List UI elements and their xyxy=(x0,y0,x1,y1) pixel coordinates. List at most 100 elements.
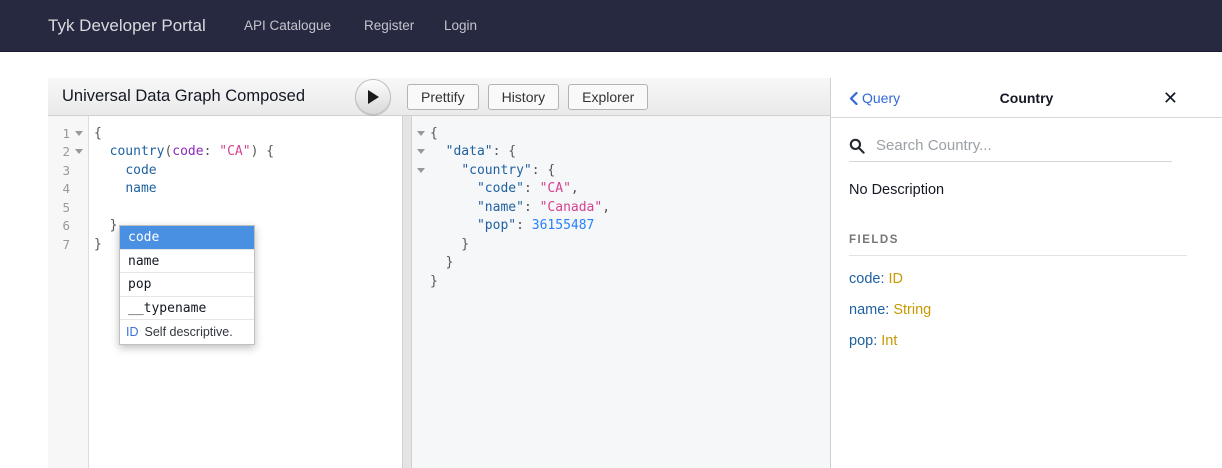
code-line: 3 code xyxy=(48,161,402,180)
code-token xyxy=(94,163,125,178)
code-token: 36155487 xyxy=(532,218,595,233)
autocomplete-popup: codenamepop__typename IDSelf descriptive… xyxy=(119,225,255,345)
code-text: { xyxy=(430,126,438,141)
chevron-left-icon xyxy=(849,92,858,105)
code-text: "data": { xyxy=(430,144,516,159)
toolbar-button-history[interactable]: History xyxy=(488,84,560,110)
nav-link-register[interactable]: Register xyxy=(364,0,414,51)
nav-link-login[interactable]: Login xyxy=(444,0,477,51)
doc-field-row: pop: Int xyxy=(849,333,1204,349)
field-name-link[interactable]: name: xyxy=(849,302,889,318)
autocomplete-item-typename[interactable]: __typename xyxy=(120,297,254,321)
doc-field-row: name: String xyxy=(849,302,1204,318)
field-type-link[interactable]: Int xyxy=(881,333,897,349)
code-text: "pop": 36155487 xyxy=(430,218,594,233)
line-number: 4 xyxy=(48,181,70,196)
result-line: "code": "CA", xyxy=(412,180,830,199)
field-type-link[interactable]: String xyxy=(893,302,931,318)
fold-arrow-icon[interactable] xyxy=(417,149,425,154)
autocomplete-item-pop[interactable]: pop xyxy=(120,273,254,297)
doc-search-input[interactable] xyxy=(874,136,1172,155)
fold-cell xyxy=(70,149,88,154)
hint-type-link[interactable]: ID xyxy=(126,325,139,339)
code-token: name xyxy=(125,181,156,196)
nav-link-api-catalogue[interactable]: API Catalogue xyxy=(244,0,331,51)
line-number: 3 xyxy=(48,163,70,178)
code-token: "country" xyxy=(461,163,531,178)
close-icon[interactable]: ✕ xyxy=(1163,78,1178,118)
fold-arrow-icon[interactable] xyxy=(75,131,83,136)
code-token: } xyxy=(430,237,469,252)
fold-arrow-icon[interactable] xyxy=(75,149,83,154)
code-token xyxy=(430,144,446,159)
fold-arrow-icon[interactable] xyxy=(417,131,425,136)
doc-back-link[interactable]: Query xyxy=(849,78,900,118)
code-text: } xyxy=(88,218,117,233)
result-line: { xyxy=(412,124,830,143)
code-token: ) { xyxy=(251,144,274,159)
execute-query-button[interactable] xyxy=(355,79,391,115)
doc-field-row: code: ID xyxy=(849,271,1204,287)
code-line: 2 country(code: "CA") { xyxy=(48,143,402,162)
code-token: "pop" xyxy=(477,218,516,233)
code-token: "name" xyxy=(477,200,524,215)
result-line: } xyxy=(412,254,830,273)
code-text: { xyxy=(88,126,102,141)
code-token: "data" xyxy=(446,144,493,159)
fields-heading: FIELDS xyxy=(849,234,1204,246)
fold-cell xyxy=(412,168,430,173)
code-text: name xyxy=(88,181,157,196)
line-number: 5 xyxy=(48,200,70,215)
code-line: 1{ xyxy=(48,124,402,143)
top-navbar: Tyk Developer Portal API Catalogue Regist… xyxy=(0,0,1222,52)
brand-title[interactable]: Tyk Developer Portal xyxy=(48,0,206,51)
doc-explorer-header: Query Country ✕ xyxy=(831,78,1222,118)
code-text: "code": "CA", xyxy=(430,181,579,196)
field-name-link[interactable]: code: xyxy=(849,271,884,287)
code-text: } xyxy=(430,255,453,270)
code-token: code xyxy=(125,163,156,178)
code-token: "CA" xyxy=(540,181,571,196)
code-text: code xyxy=(88,163,157,178)
code-token: , xyxy=(571,181,579,196)
code-token: } xyxy=(430,255,453,270)
code-token: } xyxy=(94,237,102,252)
result-line: "data": { xyxy=(412,143,830,162)
code-token: { xyxy=(430,126,438,141)
fold-cell xyxy=(70,131,88,136)
autocomplete-info: IDSelf descriptive. xyxy=(120,320,254,344)
page-title: Universal Data Graph Composed xyxy=(62,78,305,115)
code-token: code xyxy=(172,144,203,159)
line-number: 7 xyxy=(48,237,70,252)
fold-arrow-icon[interactable] xyxy=(417,168,425,173)
result-line: } xyxy=(412,235,830,254)
line-number: 1 xyxy=(48,126,70,141)
autocomplete-item-code[interactable]: code xyxy=(120,226,254,250)
toolbar-button-prettify[interactable]: Prettify xyxy=(407,84,479,110)
doc-search-row xyxy=(849,130,1172,162)
code-token: : { xyxy=(532,163,555,178)
code-line: 5 xyxy=(48,198,402,217)
field-type-link[interactable]: ID xyxy=(889,271,904,287)
fold-cell xyxy=(412,131,430,136)
code-text: "name": "Canada", xyxy=(430,200,610,215)
pane-resize-handle[interactable] xyxy=(402,116,412,468)
code-token xyxy=(94,181,125,196)
doc-back-label: Query xyxy=(862,90,900,106)
code-text: } xyxy=(430,274,438,289)
code-token: : xyxy=(524,181,540,196)
code-token: "CA" xyxy=(219,144,250,159)
code-token: "code" xyxy=(477,181,524,196)
code-token xyxy=(430,218,477,233)
code-token: } xyxy=(430,274,438,289)
autocomplete-item-name[interactable]: name xyxy=(120,250,254,274)
code-token: country xyxy=(110,144,165,159)
code-line: 4 name xyxy=(48,180,402,199)
code-text: country(code: "CA") { xyxy=(88,144,274,159)
code-token: } xyxy=(94,218,117,233)
field-name-link[interactable]: pop: xyxy=(849,333,877,349)
code-text: } xyxy=(430,237,469,252)
code-token: : xyxy=(204,144,220,159)
toolbar-button-explorer[interactable]: Explorer xyxy=(568,84,648,110)
line-number: 6 xyxy=(48,218,70,233)
